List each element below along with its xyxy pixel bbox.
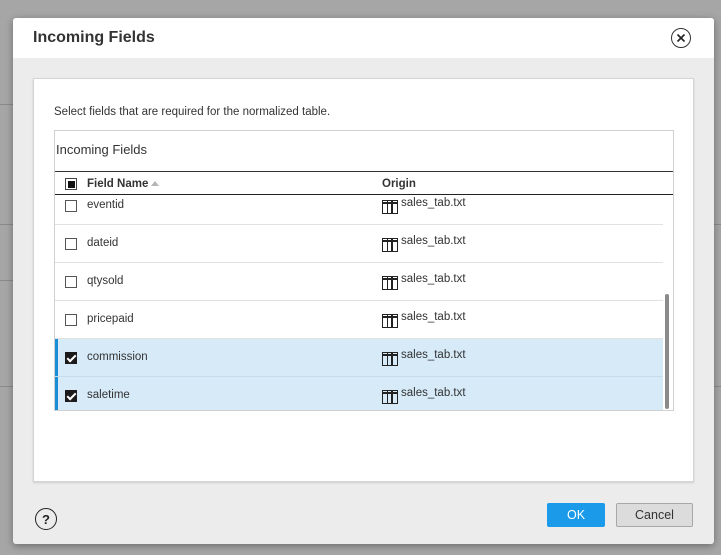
origin-text: sales_tab.txt <box>401 349 466 361</box>
grid-title: Incoming Fields <box>56 142 148 157</box>
row-checkbox[interactable] <box>65 238 77 250</box>
field-name: commission <box>87 351 148 363</box>
selection-bar <box>55 377 58 410</box>
origin-text: sales_tab.txt <box>401 197 466 209</box>
field-name: pricepaid <box>87 313 134 325</box>
background-divider <box>0 386 14 387</box>
grid-rows: eventid sales_tab.txt dateid sales_tab.t… <box>55 195 663 410</box>
table-row[interactable]: pricepaid sales_tab.txt <box>55 301 663 339</box>
table-icon <box>382 352 398 366</box>
background-divider <box>0 224 14 225</box>
origin-text: sales_tab.txt <box>401 235 466 247</box>
dialog-body: Select fields that are required for the … <box>33 78 694 482</box>
incoming-fields-dialog: Incoming Fields Select fields that are r… <box>13 18 714 544</box>
table-icon <box>382 276 398 290</box>
origin-text: sales_tab.txt <box>401 311 466 323</box>
ok-button[interactable]: OK <box>547 503 605 527</box>
help-button[interactable]: ? <box>35 508 57 530</box>
instructions-text: Select fields that are required for the … <box>54 106 331 118</box>
incoming-fields-grid: Incoming Fields Field Name Origin eventi… <box>54 130 674 411</box>
column-header-origin[interactable]: Origin <box>382 178 416 190</box>
close-icon <box>676 33 686 43</box>
dialog-title: Incoming Fields <box>33 29 155 46</box>
row-checkbox[interactable] <box>65 352 77 364</box>
background-divider <box>0 280 14 281</box>
field-name: saletime <box>87 389 130 401</box>
origin-text: sales_tab.txt <box>401 273 466 285</box>
table-icon <box>382 238 398 252</box>
table-row[interactable]: qtysold sales_tab.txt <box>55 263 663 301</box>
row-checkbox[interactable] <box>65 276 77 288</box>
background-divider <box>0 104 14 105</box>
field-name: eventid <box>87 199 125 211</box>
vertical-scrollbar[interactable] <box>665 294 669 409</box>
origin-text: sales_tab.txt <box>401 387 466 399</box>
question-icon: ? <box>42 511 50 527</box>
partial-selection-indicator <box>67 180 75 188</box>
table-icon <box>382 200 398 214</box>
row-checkbox[interactable] <box>65 200 77 212</box>
table-icon <box>382 390 398 404</box>
close-button[interactable] <box>671 28 691 48</box>
row-checkbox[interactable] <box>65 390 77 402</box>
row-checkbox[interactable] <box>65 314 77 326</box>
dialog-header: Incoming Fields <box>13 18 714 58</box>
selection-bar <box>55 339 58 376</box>
table-row[interactable]: dateid sales_tab.txt <box>55 225 663 263</box>
field-name: qtysold <box>87 275 124 287</box>
column-header-field-name[interactable]: Field Name <box>87 178 148 190</box>
table-icon <box>382 314 398 328</box>
select-all-checkbox[interactable] <box>65 178 77 190</box>
table-row[interactable]: saletime sales_tab.txt <box>55 377 663 410</box>
sort-ascending-icon[interactable] <box>151 181 159 186</box>
table-row[interactable]: eventid sales_tab.txt <box>55 195 663 225</box>
cancel-button[interactable]: Cancel <box>616 503 693 527</box>
field-name: dateid <box>87 237 119 249</box>
table-row[interactable]: commission sales_tab.txt <box>55 339 663 377</box>
